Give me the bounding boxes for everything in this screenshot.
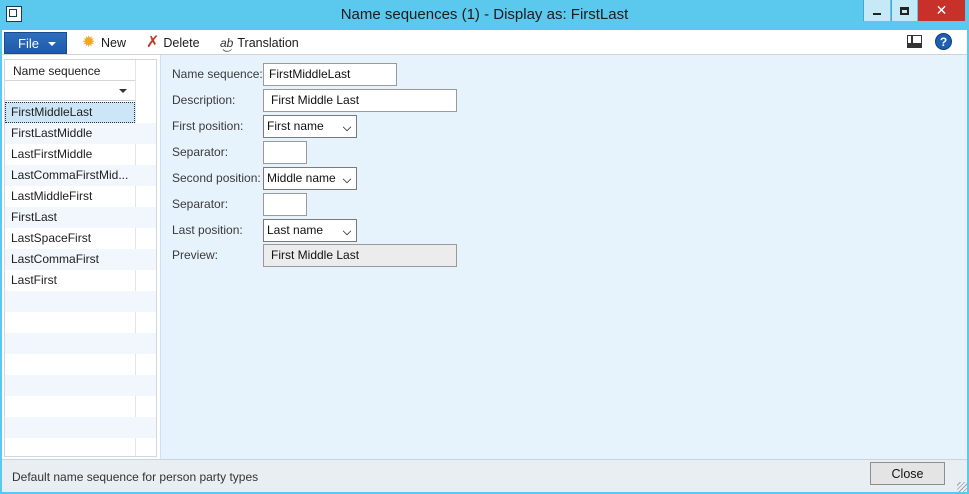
close-window-button[interactable]: ✕ bbox=[918, 0, 965, 21]
action-pane: File New ✗ Delete a͜b Translation ? bbox=[2, 30, 967, 55]
row-background bbox=[5, 396, 156, 417]
grid-column-header[interactable]: Name sequence bbox=[5, 60, 135, 81]
second-position-select[interactable]: Middle name bbox=[263, 167, 357, 190]
table-row-selected[interactable]: FirstMiddleLast bbox=[5, 102, 135, 123]
second-position-value: Middle name bbox=[267, 171, 336, 185]
first-position-label: First position: bbox=[172, 119, 244, 133]
row-background bbox=[5, 417, 156, 438]
translation-button[interactable]: a͜b Translation bbox=[220, 33, 299, 52]
separator2-field[interactable] bbox=[263, 193, 307, 216]
table-row[interactable]: FirstLastMiddle bbox=[5, 123, 135, 144]
last-position-label: Last position: bbox=[172, 223, 243, 237]
description-field[interactable]: First Middle Last bbox=[263, 89, 457, 112]
table-row[interactable]: LastSpaceFirst bbox=[5, 228, 135, 249]
x-icon: ✗ bbox=[146, 33, 160, 51]
separator2-label: Separator: bbox=[172, 197, 229, 211]
table-row[interactable]: FirstLast bbox=[5, 207, 135, 228]
status-bar: Default name sequence for person party t… bbox=[2, 459, 967, 492]
chevron-down-icon[interactable] bbox=[119, 89, 127, 93]
title-bar: Name sequences (1) - Display as: FirstLa… bbox=[0, 0, 969, 30]
window-title: Name sequences (1) - Display as: FirstLa… bbox=[340, 6, 629, 23]
description-label: Description: bbox=[172, 93, 236, 107]
translation-label: Translation bbox=[237, 35, 299, 50]
help-icon[interactable]: ? bbox=[935, 33, 952, 50]
grid-filter-row[interactable] bbox=[5, 81, 135, 101]
close-button[interactable]: Close bbox=[870, 462, 945, 485]
first-position-select[interactable]: First name bbox=[263, 115, 357, 138]
row-background bbox=[5, 354, 156, 375]
separator1-label: Separator: bbox=[172, 145, 229, 159]
layout-icon[interactable] bbox=[907, 35, 922, 48]
row-background bbox=[5, 291, 156, 312]
chevron-down-icon bbox=[342, 226, 352, 236]
table-row[interactable]: LastCommaFirstMid... bbox=[5, 165, 135, 186]
status-text: Default name sequence for person party t… bbox=[12, 470, 259, 484]
preview-label: Preview: bbox=[172, 248, 219, 262]
sun-icon bbox=[82, 32, 97, 52]
last-position-select[interactable]: Last name bbox=[263, 219, 357, 242]
details-form: Name sequence: FirstMiddleLast Descripti… bbox=[160, 55, 967, 459]
last-position-value: Last name bbox=[267, 223, 324, 237]
maximize-button[interactable] bbox=[891, 0, 917, 21]
separator1-field[interactable] bbox=[263, 141, 307, 164]
name-sequence-grid: Name sequence FirstMiddleLast FirstLastM… bbox=[4, 59, 157, 457]
file-label: File bbox=[18, 35, 39, 51]
name-sequence-field[interactable]: FirstMiddleLast bbox=[263, 63, 397, 86]
restore-icon bbox=[900, 6, 909, 15]
chevron-down-icon bbox=[342, 174, 352, 184]
table-row[interactable]: LastFirst bbox=[5, 270, 135, 291]
minimize-icon bbox=[873, 12, 881, 15]
chevron-down-icon bbox=[342, 122, 352, 132]
file-menu-button[interactable]: File bbox=[4, 32, 67, 54]
first-position-value: First name bbox=[267, 119, 324, 133]
row-background bbox=[5, 375, 156, 396]
new-button[interactable]: New bbox=[82, 32, 127, 52]
preview-field: First Middle Last bbox=[263, 244, 457, 267]
name-sequence-label: Name sequence: bbox=[172, 67, 263, 81]
delete-button[interactable]: ✗ Delete bbox=[146, 33, 200, 52]
delete-label: Delete bbox=[163, 35, 200, 50]
resize-grip-icon[interactable] bbox=[957, 482, 967, 492]
chevron-down-icon bbox=[47, 42, 56, 46]
row-background bbox=[5, 333, 156, 354]
window-body: File New ✗ Delete a͜b Translation ? Name… bbox=[2, 30, 967, 492]
row-background bbox=[5, 438, 156, 459]
table-row[interactable]: LastMiddleFirst bbox=[5, 186, 135, 207]
row-background bbox=[5, 312, 156, 333]
grid-rows: FirstMiddleLast FirstLastMiddle LastFirs… bbox=[5, 102, 156, 438]
new-label: New bbox=[101, 35, 127, 50]
translation-icon: a͜b bbox=[220, 35, 234, 50]
table-row[interactable]: LastFirstMiddle bbox=[5, 144, 135, 165]
close-icon: ✕ bbox=[935, 2, 948, 18]
minimize-button[interactable] bbox=[863, 0, 890, 21]
table-row[interactable]: LastCommaFirst bbox=[5, 249, 135, 270]
second-position-label: Second position: bbox=[172, 171, 261, 185]
